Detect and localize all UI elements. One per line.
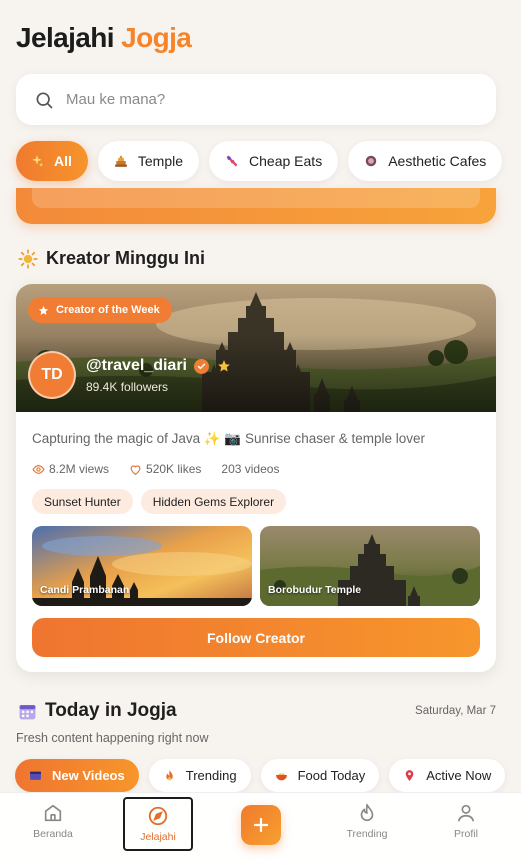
creator-tag[interactable]: Sunset Hunter [32, 489, 133, 514]
creator-tags: Sunset Hunter Hidden Gems Explorer [32, 489, 287, 514]
likes-count: 520K likes [146, 462, 202, 476]
videos-count: 203 videos [221, 462, 280, 476]
follow-creator-button[interactable]: Follow Creator [32, 618, 480, 657]
chip-label: Cheap Eats [249, 153, 323, 169]
featured-banner-edge[interactable] [16, 188, 496, 224]
chip-label: Food Today [297, 768, 366, 783]
avatar[interactable]: TD [28, 351, 76, 399]
section-title-creators: Kreator Minggu Ini [18, 248, 205, 269]
creator-handle[interactable]: @travel_diari [86, 357, 231, 375]
section-title-text: Kreator Minggu Ini [46, 248, 205, 268]
home-icon [44, 804, 62, 822]
bottom-nav: Beranda Jelajahi Trending Profil [0, 792, 521, 862]
nav-label: Jelajahi [140, 831, 176, 843]
nav-home[interactable]: Beranda [18, 793, 88, 849]
views-count: 8.2M views [49, 462, 110, 476]
chip-aesthetic-cafes[interactable]: Aesthetic Cafes [348, 141, 503, 181]
fire-icon [165, 770, 173, 781]
chip-temple[interactable]: Temple [97, 141, 200, 181]
section-title-today: Today in Jogja [18, 700, 177, 722]
chip-food-today[interactable]: Food Today [260, 759, 380, 792]
title-main: Jelajahi [16, 22, 115, 53]
plus-icon [253, 817, 269, 833]
chip-all[interactable]: All [16, 141, 88, 181]
sun-icon [18, 248, 38, 269]
creator-card[interactable]: Creator of the Week TD @travel_diari 89.… [16, 284, 496, 672]
chip-new-videos[interactable]: New Videos [15, 759, 139, 792]
chip-label: Trending [185, 768, 237, 783]
search-input[interactable] [66, 91, 466, 108]
creator-tag[interactable]: Hidden Gems Explorer [140, 489, 287, 514]
title-accent: Jogja [121, 22, 192, 53]
nav-label: Trending [346, 828, 388, 840]
thumbnail-prambanan[interactable]: Candi Prambanan [32, 526, 252, 606]
search-icon [36, 92, 53, 108]
nav-label: Beranda [33, 828, 73, 840]
chip-label: All [54, 153, 72, 169]
nav-label: Profil [454, 828, 478, 840]
chip-cheap-eats[interactable]: Cheap Eats [209, 141, 339, 181]
category-chips: All Temple Cheap Eats Aesthetic Cafes [16, 141, 503, 181]
creator-thumbnails: Candi Prambanan Borobudur Temple [32, 526, 480, 606]
chip-label: Aesthetic Cafes [388, 153, 487, 169]
add-button[interactable] [241, 805, 281, 845]
heart-icon [130, 464, 141, 475]
thumbnail-borobudur[interactable]: Borobudur Temple [260, 526, 480, 606]
nav-explore[interactable]: Jelajahi [123, 797, 193, 851]
stat-videos: 203 videos [221, 462, 279, 476]
calendar-icon [19, 704, 36, 719]
star-icon [38, 305, 49, 315]
app-screen: Jelajahi Jogja All Temple Cheap Eats Aes… [0, 0, 521, 862]
today-chips: New Videos Trending Food Today Active No… [15, 759, 506, 792]
search-bar[interactable] [16, 74, 496, 125]
eye-icon [32, 464, 45, 474]
today-date: Saturday, Mar 7 [415, 705, 496, 717]
food-icon [226, 155, 238, 167]
page-title: Jelajahi Jogja [16, 22, 192, 54]
creator-bio: Capturing the magic of Java ✨ 📷 Sunrise … [32, 431, 426, 446]
video-icon [30, 771, 41, 780]
user-icon [457, 804, 475, 822]
nav-trending[interactable]: Trending [332, 793, 402, 849]
verified-icon [193, 358, 209, 374]
flame-icon [360, 803, 374, 822]
followers-count: 89.4K followers [86, 380, 169, 394]
sparkles-icon [32, 155, 44, 167]
today-subtitle: Fresh content happening right now [16, 731, 209, 745]
chip-active-now[interactable]: Active Now [389, 759, 506, 792]
pin-icon [405, 770, 414, 781]
chip-label: Active Now [426, 768, 492, 783]
cafe-icon [365, 155, 377, 167]
temple-icon [115, 155, 127, 167]
stat-likes: 520K likes [129, 462, 201, 476]
thumbnail-caption: Candi Prambanan [40, 584, 130, 596]
chip-label: New Videos [52, 768, 125, 783]
creator-handle-text: @travel_diari [86, 357, 187, 374]
star-icon [218, 360, 230, 372]
creator-of-week-badge: Creator of the Week [28, 297, 172, 323]
thumbnail-caption: Borobudur Temple [268, 584, 362, 596]
nav-profile[interactable]: Profil [431, 793, 501, 849]
chip-trending[interactable]: Trending [148, 759, 251, 792]
creator-stats: 8.2M views 520K likes 203 videos [32, 462, 299, 476]
stat-views: 8.2M views [32, 462, 109, 476]
bowl-icon [275, 773, 287, 781]
badge-label: Creator of the Week [56, 304, 160, 316]
chip-label: Temple [137, 153, 184, 169]
today-title-text: Today in Jogja [45, 700, 177, 721]
compass-icon [148, 806, 168, 826]
